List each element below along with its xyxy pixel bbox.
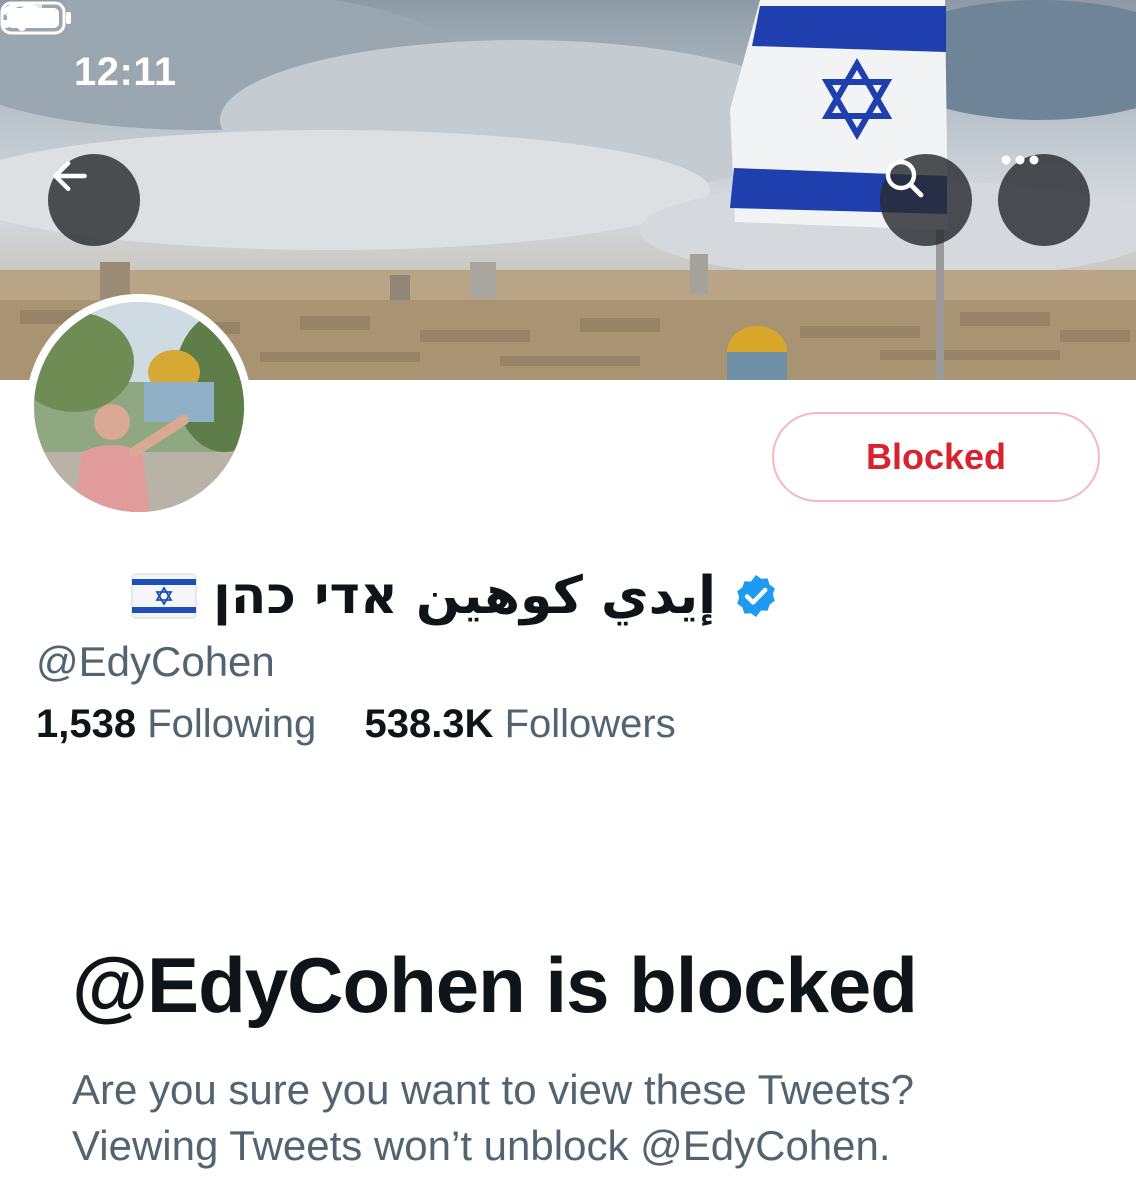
- profile-stats: 1,538 Following 538.3K Followers: [36, 702, 676, 747]
- battery-icon: [0, 1, 71, 35]
- more-horizontal-icon: [1001, 155, 1039, 165]
- blocked-notice-title: @EdyCohen is blocked: [72, 941, 918, 1029]
- profile-handle: @EdyCohen: [36, 638, 275, 685]
- blocked-notice-line1: Are you sure you want to view these Twee…: [72, 1066, 915, 1113]
- profile-name-row: إيدي كوهين אדי כהן: [131, 556, 780, 636]
- search-button[interactable]: [880, 154, 972, 246]
- verified-badge-icon: [737, 575, 775, 617]
- blocked-notice-line2: Viewing Tweets won’t unblock @EdyCohen.: [72, 1122, 891, 1169]
- blocked-notice-description: Are you sure you want to view these Twee…: [72, 1062, 1112, 1174]
- following-link[interactable]: 1,538 Following: [36, 702, 316, 746]
- followers-count: 538.3K: [364, 702, 494, 746]
- avatar-photo: [34, 302, 244, 512]
- profile-avatar[interactable]: [26, 294, 252, 520]
- arrow-left-icon: [53, 160, 87, 192]
- back-button[interactable]: [48, 154, 140, 246]
- more-button[interactable]: [998, 154, 1090, 246]
- following-label: Following: [147, 702, 317, 746]
- blocked-button[interactable]: Blocked: [772, 412, 1100, 502]
- following-count: 1,538: [36, 702, 137, 746]
- display-name: إيدي كوهين אדי כהן: [212, 566, 716, 626]
- followers-label: Followers: [504, 702, 676, 746]
- followers-link[interactable]: 538.3K Followers: [364, 702, 675, 746]
- search-icon: [885, 159, 924, 198]
- israel-flag-icon: [131, 573, 197, 619]
- status-time: 12:11: [74, 50, 177, 94]
